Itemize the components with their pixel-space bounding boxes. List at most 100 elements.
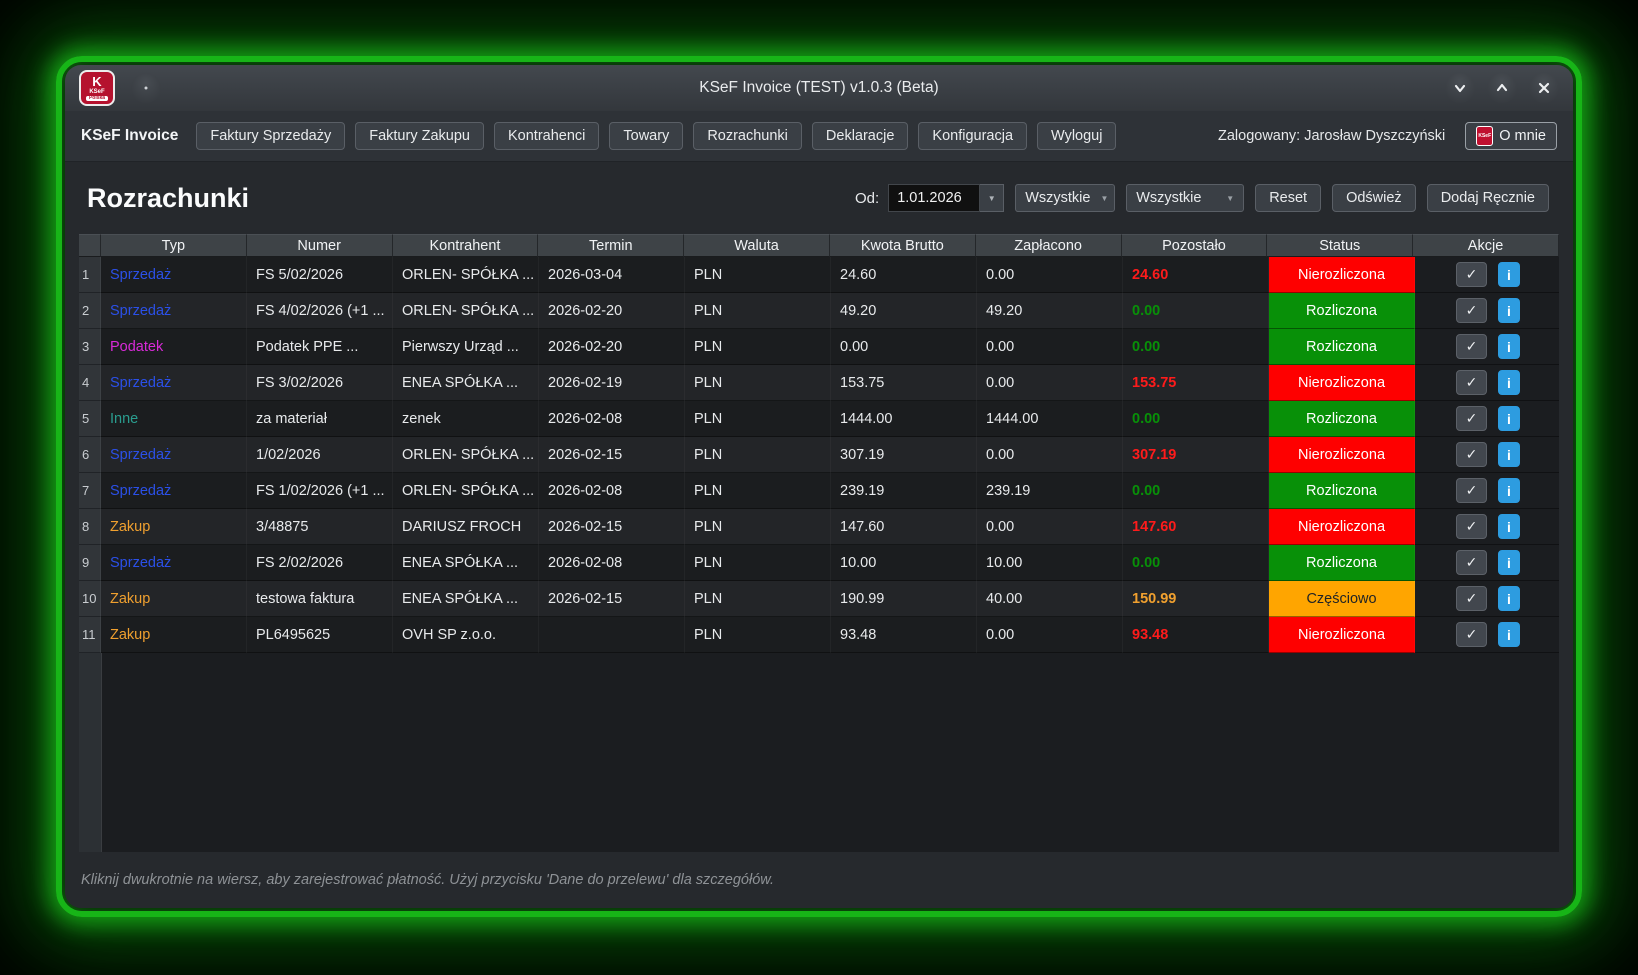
status-badge: Rozliczona [1269, 329, 1415, 365]
toolbar-button-wyloguj[interactable]: Wyloguj [1037, 122, 1116, 150]
window-menu-button[interactable] [131, 73, 161, 103]
cell-kwota-brutto: 10.00 [831, 545, 977, 581]
table-row[interactable]: 1SprzedażFS 5/02/2026ORLEN- SPÓŁKA ...20… [79, 257, 1559, 293]
table-row[interactable]: 10Zakuptestowa fakturaENEA SPÓŁKA ...202… [79, 581, 1559, 617]
cell-waluta: PLN [685, 257, 831, 293]
cell-numer: 3/48875 [247, 509, 393, 545]
cell-numer: PL6495625 [247, 617, 393, 653]
column-header-status[interactable]: Status [1267, 234, 1413, 257]
info-button[interactable]: i [1498, 334, 1520, 359]
cell-akcje: ✓i [1415, 401, 1559, 437]
info-button[interactable]: i [1498, 478, 1520, 503]
register-payment-button[interactable]: ✓ [1456, 550, 1487, 575]
cell-numer: FS 3/02/2026 [247, 365, 393, 401]
cell-kwota-brutto: 147.60 [831, 509, 977, 545]
register-payment-button[interactable]: ✓ [1456, 262, 1487, 287]
table-row[interactable]: 2SprzedażFS 4/02/2026 (+1 ...ORLEN- SPÓŁ… [79, 293, 1559, 329]
cell-kontrahent: OVH SP z.o.o. [393, 617, 539, 653]
register-payment-button[interactable]: ✓ [1456, 406, 1487, 431]
register-payment-button[interactable]: ✓ [1456, 622, 1487, 647]
toolbar-button-towary[interactable]: Towary [609, 122, 683, 150]
register-payment-button[interactable]: ✓ [1456, 478, 1487, 503]
register-payment-button[interactable]: ✓ [1456, 334, 1487, 359]
register-payment-button[interactable]: ✓ [1456, 514, 1487, 539]
minimize-button[interactable] [1445, 73, 1475, 103]
status-filter-dropdown[interactable]: Wszystkie ▼ [1126, 184, 1244, 212]
cell-kwota-brutto: 49.20 [831, 293, 977, 329]
register-payment-button[interactable]: ✓ [1456, 586, 1487, 611]
register-payment-button[interactable]: ✓ [1456, 370, 1487, 395]
cell-typ: Sprzedaż [101, 365, 247, 401]
info-button[interactable]: i [1498, 442, 1520, 467]
app-brand: KSeF Invoice [81, 127, 178, 145]
cell-kontrahent: DARIUSZ FROCH [393, 509, 539, 545]
date-from-input[interactable] [888, 184, 980, 212]
column-header-kwota-brutto[interactable]: Kwota Brutto [830, 234, 976, 257]
toolbar-button-faktury-sprzedaży[interactable]: Faktury Sprzedaży [196, 122, 345, 150]
register-payment-button[interactable]: ✓ [1456, 442, 1487, 467]
info-button[interactable]: i [1498, 370, 1520, 395]
info-button[interactable]: i [1498, 514, 1520, 539]
row-number: 2 [79, 293, 101, 329]
column-header-pozostało[interactable]: Pozostało [1122, 234, 1268, 257]
row-number: 1 [79, 257, 101, 293]
cell-numer: za materiał [247, 401, 393, 437]
row-number: 11 [79, 617, 101, 653]
date-from-label: Od: [855, 190, 879, 207]
maximize-button[interactable] [1487, 73, 1517, 103]
cell-kontrahent: ORLEN- SPÓŁKA ... [393, 437, 539, 473]
cell-waluta: PLN [685, 401, 831, 437]
date-dropdown-button[interactable]: ▼ [980, 184, 1004, 212]
table-row[interactable]: 11ZakupPL6495625OVH SP z.o.o.PLN93.480.0… [79, 617, 1559, 653]
column-header-zapłacono[interactable]: Zapłacono [976, 234, 1122, 257]
table-row[interactable]: 7SprzedażFS 1/02/2026 (+1 ...ORLEN- SPÓŁ… [79, 473, 1559, 509]
reset-button[interactable]: Reset [1255, 184, 1321, 212]
page-title: Rozrachunki [87, 183, 249, 214]
cell-zaplacono: 49.20 [977, 293, 1123, 329]
close-button[interactable] [1529, 73, 1559, 103]
info-button[interactable]: i [1498, 622, 1520, 647]
chevron-up-icon [1495, 81, 1509, 95]
toolbar-button-deklaracje[interactable]: Deklaracje [812, 122, 909, 150]
toolbar-button-rozrachunki[interactable]: Rozrachunki [693, 122, 802, 150]
add-manually-button[interactable]: Dodaj Ręcznie [1427, 184, 1549, 212]
info-button[interactable]: i [1498, 262, 1520, 287]
table-row[interactable]: 8Zakup3/48875DARIUSZ FROCH2026-02-15PLN1… [79, 509, 1559, 545]
table-row[interactable]: 9SprzedażFS 2/02/2026ENEA SPÓŁKA ...2026… [79, 545, 1559, 581]
table-row[interactable]: 3PodatekPodatek PPE ...Pierwszy Urząd ..… [79, 329, 1559, 365]
column-header-waluta[interactable]: Waluta [684, 234, 830, 257]
toolbar-button-konfiguracja[interactable]: Konfiguracja [918, 122, 1027, 150]
cell-kontrahent: ENEA SPÓŁKA ... [393, 365, 539, 401]
cell-waluta: PLN [685, 473, 831, 509]
about-me-button[interactable]: KSeF O mnie [1465, 122, 1557, 150]
status-badge: Rozliczona [1269, 545, 1415, 581]
register-payment-button[interactable]: ✓ [1456, 298, 1487, 323]
table-row[interactable]: 5Inneza materiałzenek2026-02-08PLN1444.0… [79, 401, 1559, 437]
cell-kwota-brutto: 307.19 [831, 437, 977, 473]
title-bar[interactable]: K KSeF Polska KSeF Invoice (TEST) v1.0.3… [65, 65, 1573, 111]
ksef-mini-icon: KSeF [1476, 126, 1493, 146]
refresh-button[interactable]: Odśwież [1332, 184, 1416, 212]
status-badge: Częściowo [1269, 581, 1415, 617]
info-button[interactable]: i [1498, 406, 1520, 431]
type-filter-dropdown[interactable]: Wszystkie ▼ [1015, 184, 1115, 212]
column-header-typ[interactable]: Typ [101, 234, 247, 257]
column-header-termin[interactable]: Termin [538, 234, 684, 257]
cell-kwota-brutto: 190.99 [831, 581, 977, 617]
window-title: KSeF Invoice (TEST) v1.0.3 (Beta) [65, 79, 1573, 97]
filter-bar: Rozrachunki Od: ▼ Wszystkie ▼ Wszystkie … [65, 162, 1573, 234]
info-button[interactable]: i [1498, 550, 1520, 575]
column-header-akcje[interactable]: Akcje [1413, 234, 1559, 257]
row-number: 7 [79, 473, 101, 509]
cell-termin [539, 617, 685, 653]
table-row[interactable]: 4SprzedażFS 3/02/2026ENEA SPÓŁKA ...2026… [79, 365, 1559, 401]
column-header-numer[interactable]: Numer [247, 234, 393, 257]
table-row[interactable]: 6Sprzedaż1/02/2026ORLEN- SPÓŁKA ...2026-… [79, 437, 1559, 473]
toolbar-button-kontrahenci[interactable]: Kontrahenci [494, 122, 599, 150]
cell-waluta: PLN [685, 365, 831, 401]
info-button[interactable]: i [1498, 586, 1520, 611]
toolbar-button-faktury-zakupu[interactable]: Faktury Zakupu [355, 122, 484, 150]
info-button[interactable]: i [1498, 298, 1520, 323]
cell-waluta: PLN [685, 293, 831, 329]
column-header-kontrahent[interactable]: Kontrahent [393, 234, 539, 257]
